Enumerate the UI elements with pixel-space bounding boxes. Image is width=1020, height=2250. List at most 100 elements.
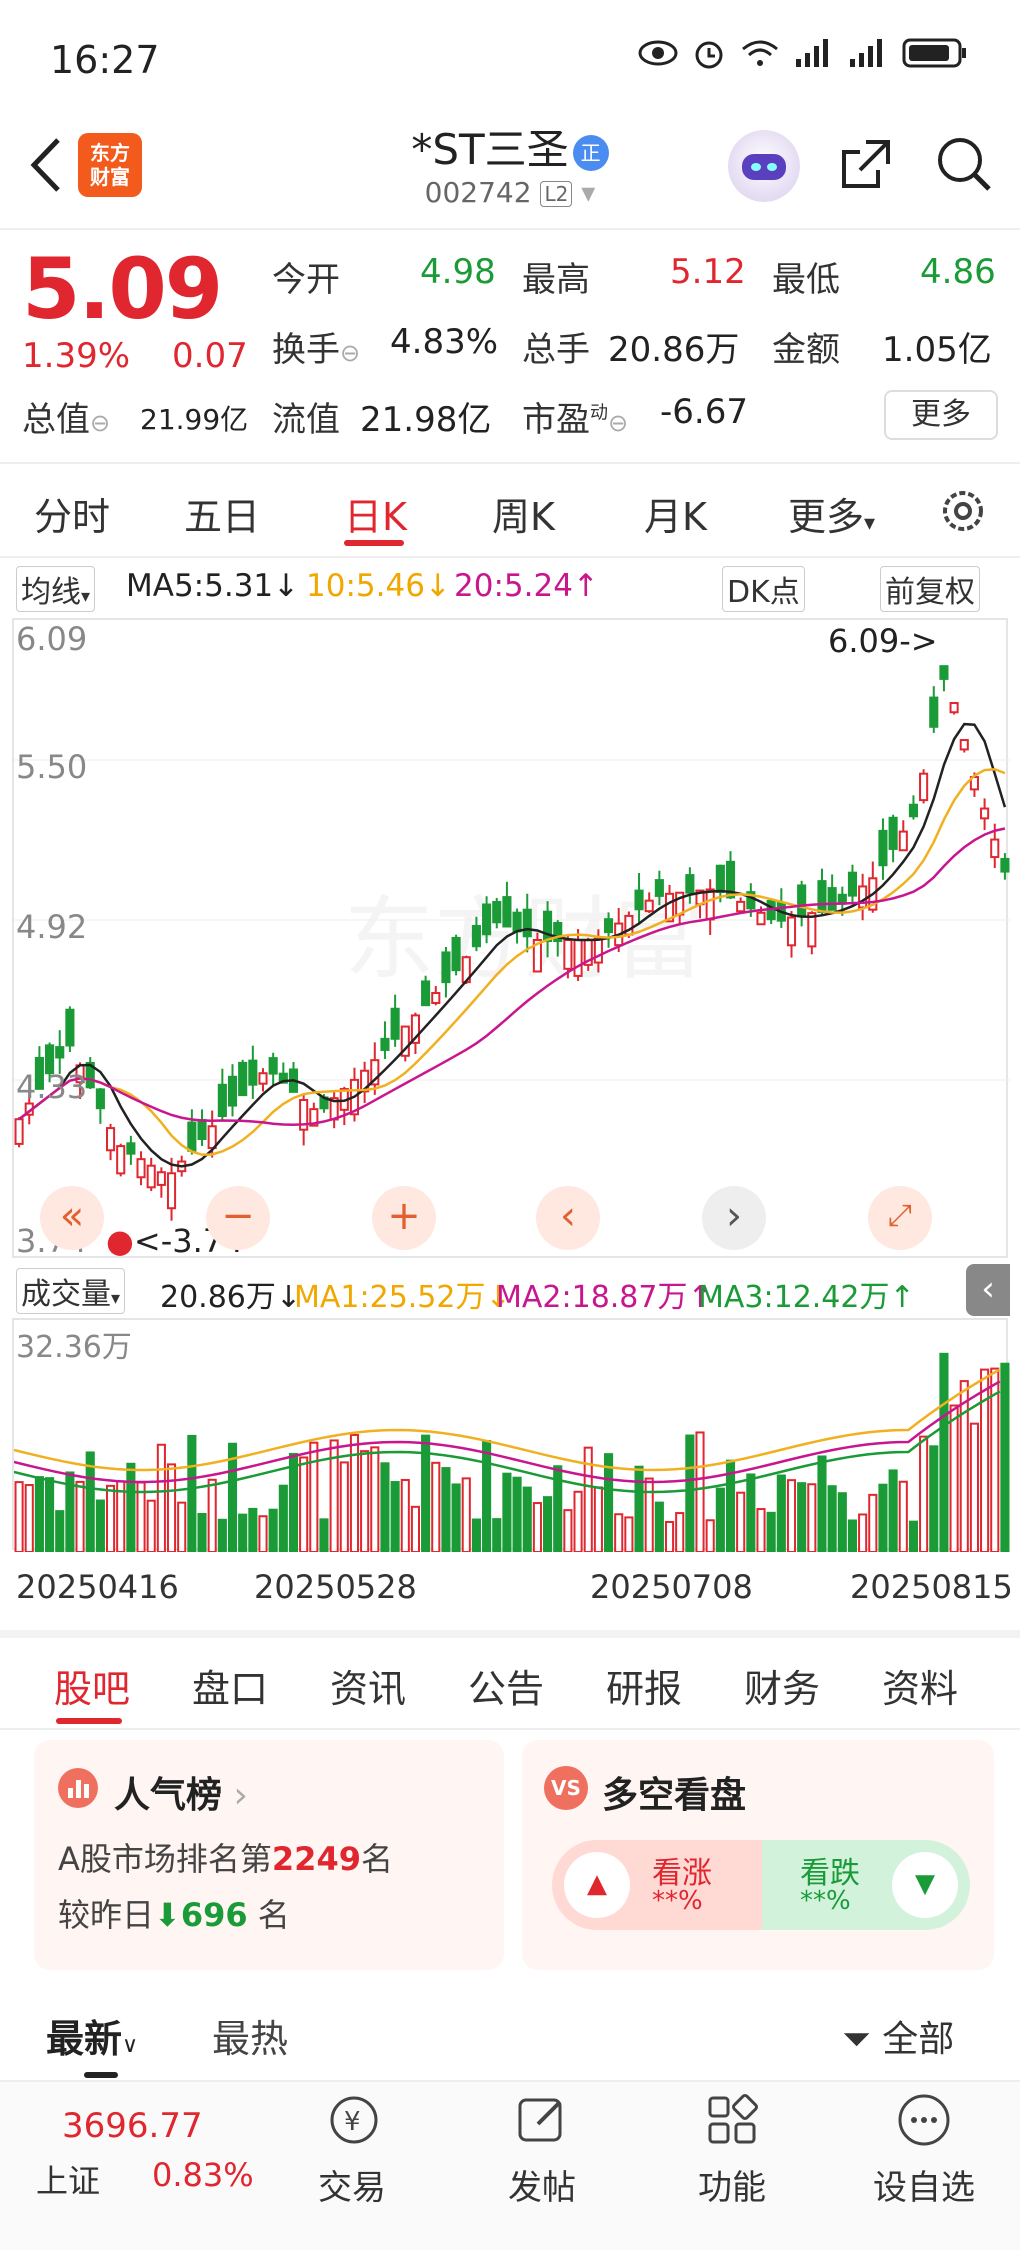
candle-body — [451, 936, 461, 972]
edit-icon[interactable] — [512, 2090, 572, 2150]
volume-bar — [126, 1462, 136, 1553]
volume-bar — [299, 1456, 309, 1554]
volume-bar — [288, 1452, 299, 1553]
tab-daily-k[interactable]: 日K — [344, 486, 407, 541]
divider — [0, 1728, 1020, 1730]
tab-announcements[interactable]: 公告 — [468, 1658, 544, 1713]
tab-finance[interactable]: 财务 — [744, 1658, 820, 1713]
volume-bar — [766, 1511, 776, 1553]
tab-more[interactable]: 更多▾ — [788, 486, 875, 541]
candle-body — [1000, 857, 1010, 873]
high-value: 5.12 — [670, 252, 746, 292]
bull-button[interactable]: ▲ 看涨 **% — [552, 1840, 762, 1930]
candle-body — [807, 912, 817, 948]
popularity-card[interactable]: 人气榜 › A股市场排名第2249名 较昨日⬇696 名 — [34, 1740, 504, 1970]
bear-button[interactable]: 看跌 **% ▼ — [762, 1840, 970, 1930]
rewind-button[interactable]: « — [40, 1186, 104, 1250]
zoom-in-button[interactable]: + — [372, 1186, 436, 1250]
volume-select[interactable]: 成交量▾ — [16, 1268, 126, 1314]
bull-bear-title: 多空看盘 — [602, 1775, 747, 1816]
candle-body — [644, 899, 654, 913]
candle-body — [380, 1037, 390, 1051]
tab-guba[interactable]: 股吧 — [54, 1658, 130, 1713]
volume-bar — [624, 1516, 634, 1553]
feed-latest[interactable]: 最新∨ — [46, 2008, 138, 2063]
candle-body — [238, 1061, 248, 1097]
volume-bar — [441, 1467, 451, 1553]
pe-value: -6.67 — [660, 392, 748, 432]
tab-research[interactable]: 研报 — [606, 1658, 682, 1713]
index-pct[interactable]: 0.83% — [152, 2156, 254, 2194]
candle-body — [105, 1127, 116, 1152]
volume-bar — [390, 1481, 400, 1553]
tab-weekly-k[interactable]: 周K — [492, 486, 555, 541]
gear-icon[interactable] — [936, 484, 990, 538]
zoom-out-button[interactable]: − — [206, 1186, 270, 1250]
volume-bar — [898, 1480, 908, 1553]
tab-monthly-k[interactable]: 月K — [644, 486, 707, 541]
tab-intraday[interactable]: 分时 — [34, 486, 110, 541]
candle-body — [197, 1118, 207, 1141]
candle-body — [258, 1072, 268, 1085]
eye-icon — [638, 40, 678, 66]
candle-body — [959, 739, 969, 751]
volume-current: 20.86万↓ — [160, 1280, 302, 1315]
nav-trade[interactable]: 交易 — [292, 2160, 412, 2209]
ma-select[interactable]: 均线▾ — [16, 566, 96, 612]
bull-bear-card[interactable]: VS 多空看盘 ▲ 看涨 **% 看跌 **% ▼ — [522, 1740, 994, 1970]
tab-5day[interactable]: 五日 — [184, 486, 260, 541]
volume-bar — [939, 1352, 949, 1553]
trade-icon[interactable]: ¥ — [322, 2090, 382, 2150]
prev-button[interactable]: ‹ — [536, 1186, 600, 1250]
more-dots-icon[interactable] — [894, 2090, 954, 2150]
volume-bar — [349, 1433, 360, 1553]
current-price: 5.09 — [22, 240, 223, 338]
nav-add-watchlist[interactable]: 设自选 — [864, 2160, 984, 2209]
candle-body — [634, 889, 644, 911]
volume-bar — [919, 1435, 929, 1553]
apps-icon[interactable] — [702, 2090, 762, 2150]
y-label-top: 6.09 — [16, 620, 88, 658]
dk-button[interactable]: DK点 — [722, 566, 805, 612]
candle-body — [421, 980, 431, 1007]
next-button[interactable]: › — [702, 1186, 766, 1250]
nav-functions[interactable]: 功能 — [672, 2160, 792, 2209]
pe-label: 市盈动⊖ — [522, 400, 629, 440]
nav-post[interactable]: 发帖 — [482, 2160, 602, 2209]
verified-badge: 正 — [572, 134, 609, 171]
volume-bar — [807, 1483, 817, 1554]
fullscreen-button[interactable]: ⤢ — [868, 1186, 932, 1250]
candle-body — [55, 1046, 65, 1059]
volume-bar — [980, 1368, 990, 1554]
volume-bar — [278, 1484, 288, 1554]
tab-profile[interactable]: 资料 — [882, 1658, 958, 1713]
candle-body — [705, 888, 715, 921]
feed-filter[interactable]: ⏷ 全部 — [842, 2010, 954, 2062]
tab-pankou[interactable]: 盘口 — [192, 1658, 268, 1713]
candle-body — [207, 1125, 217, 1150]
y-label-4: 4.33 — [16, 1068, 88, 1106]
assistant-avatar[interactable] — [728, 130, 800, 202]
more-button[interactable]: 更多 — [884, 390, 998, 440]
feed-hot[interactable]: 最热 — [212, 2008, 288, 2063]
volume-bar — [339, 1461, 349, 1553]
max-marker: 6.09-> — [828, 622, 938, 660]
collapse-button[interactable]: ‹ — [966, 1264, 1010, 1316]
adjust-button[interactable]: 前复权 — [880, 566, 980, 612]
rank-line: A股市场排名第2249名 — [58, 1840, 393, 1878]
wifi-icon — [742, 40, 778, 66]
candle-body — [736, 900, 746, 913]
share-icon[interactable] — [838, 136, 894, 192]
volume-value: 20.86万 — [608, 330, 740, 370]
search-icon[interactable] — [934, 134, 994, 194]
tab-news[interactable]: 资讯 — [330, 1658, 406, 1713]
volume-bar — [258, 1515, 268, 1553]
volume-bar — [400, 1478, 410, 1554]
volume-bar — [573, 1490, 583, 1553]
kline-chart[interactable]: 东方财富 — [12, 618, 1010, 1258]
index-name[interactable]: 上证 — [36, 2156, 100, 2202]
volume-bar — [837, 1492, 847, 1554]
volume-bar — [949, 1404, 959, 1553]
index-value[interactable]: 3696.77 — [62, 2106, 203, 2146]
vol-ma3: MA3:12.42万↑ — [698, 1280, 915, 1315]
